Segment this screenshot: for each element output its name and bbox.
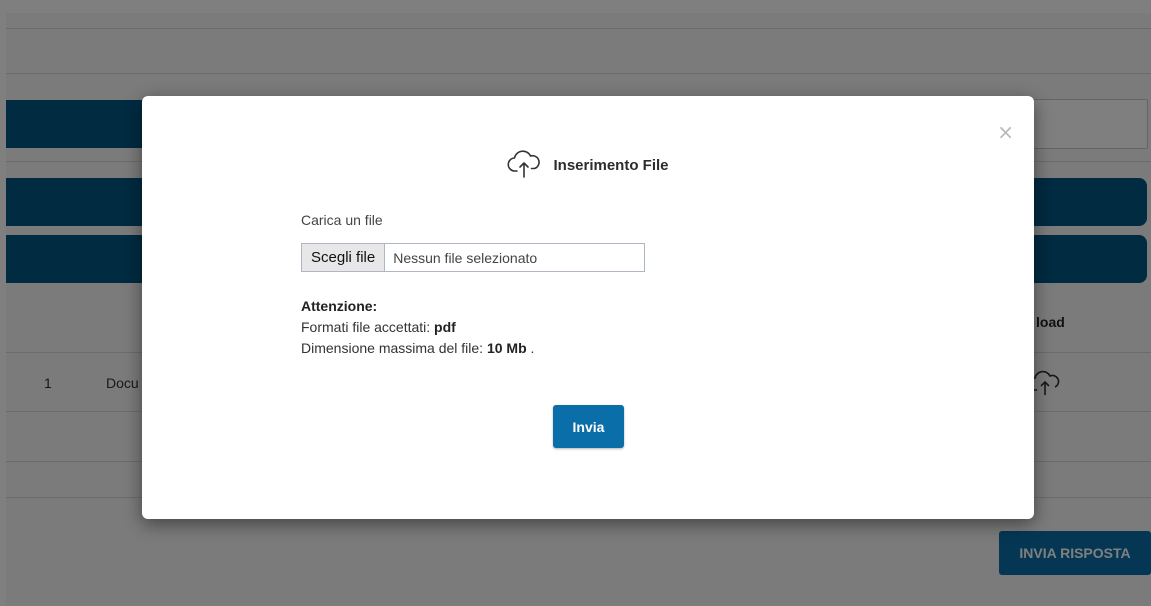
formats-label: Formati file accettati: <box>301 319 435 335</box>
max-size-line: Dimensione massima del file: 10 Mb . <box>301 338 861 359</box>
max-size-value: 10 Mb <box>486 340 527 356</box>
send-button[interactable]: Invia <box>553 405 624 448</box>
file-input[interactable]: Scegli file Nessun file selezionato <box>301 243 645 272</box>
file-status-text: Nessun file selezionato <box>393 249 538 266</box>
formats-value: pdf <box>434 319 456 335</box>
accepted-formats-line: Formati file accettati: pdf <box>301 317 861 338</box>
upload-notes: Attenzione: Formati file accettati: pdf … <box>301 296 861 359</box>
attention-heading: Attenzione: <box>301 298 378 314</box>
dialog-header: Inserimento File <box>142 148 1034 183</box>
close-icon[interactable]: × <box>997 122 1014 142</box>
file-field-label: Carica un file <box>301 212 383 228</box>
max-size-suffix: . <box>526 340 535 356</box>
max-size-label: Dimensione massima del file: <box>301 340 487 356</box>
dialog-title: Inserimento File <box>553 157 669 174</box>
dialog-body: Carica un file Scegli file Nessun file s… <box>301 212 861 359</box>
choose-file-button[interactable]: Scegli file <box>302 244 386 271</box>
cloud-upload-icon <box>507 148 541 183</box>
upload-dialog: × Inserimento File Carica un file Scegli… <box>142 96 1034 519</box>
